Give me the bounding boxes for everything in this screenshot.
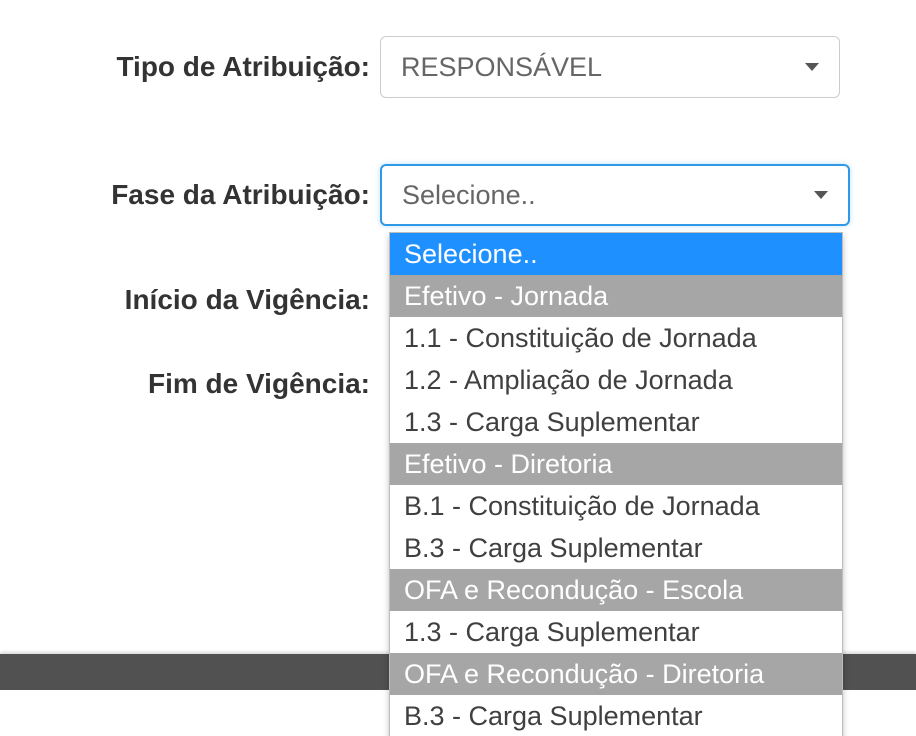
row-tipo: Tipo de Atribuição: RESPONSÁVEL [0, 36, 916, 98]
chevron-down-icon [805, 63, 819, 71]
select-fase-option[interactable]: OFA e Recondução - Escola [390, 569, 842, 611]
label-tipo: Tipo de Atribuição: [0, 51, 380, 83]
select-fase-option[interactable]: Efetivo - Diretoria [390, 443, 842, 485]
select-fase-option[interactable]: 1.3 - Carga Suplementar [390, 611, 842, 653]
select-fase-option[interactable]: B.3 - Carga Suplementar [390, 527, 842, 569]
select-fase-option[interactable]: B.1 - Constituição de Jornada [390, 485, 842, 527]
select-fase-wrapper: Selecione.. Selecione..Efetivo - Jornada… [380, 164, 850, 226]
select-fase-dropdown: Selecione..Efetivo - Jornada1.1 - Consti… [389, 232, 843, 736]
chevron-down-icon [814, 191, 828, 199]
select-tipo-value: RESPONSÁVEL [401, 52, 602, 83]
select-fase-option[interactable]: 1.2 - Ampliação de Jornada [390, 359, 842, 401]
select-fase-option[interactable]: 1.3 - Carga Suplementar [390, 401, 842, 443]
row-fase: Fase da Atribuição: Selecione.. Selecion… [0, 164, 916, 226]
select-fase-option[interactable]: Selecione.. [390, 233, 842, 275]
select-fase-option[interactable]: Efetivo - Jornada [390, 275, 842, 317]
label-fim: Fim de Vigência: [0, 368, 380, 400]
label-inicio: Início da Vigência: [0, 284, 380, 316]
label-fase: Fase da Atribuição: [0, 179, 380, 211]
select-fase[interactable]: Selecione.. [380, 164, 850, 226]
select-fase-option[interactable]: OFA e Recondução - Diretoria [390, 653, 842, 695]
select-fase-option[interactable]: B.3 - Carga Suplementar [390, 695, 842, 736]
select-fase-option[interactable]: 1.1 - Constituição de Jornada [390, 317, 842, 359]
form: Tipo de Atribuição: RESPONSÁVEL Fase da … [0, 0, 916, 400]
select-tipo[interactable]: RESPONSÁVEL [380, 36, 840, 98]
select-fase-value: Selecione.. [402, 180, 536, 211]
